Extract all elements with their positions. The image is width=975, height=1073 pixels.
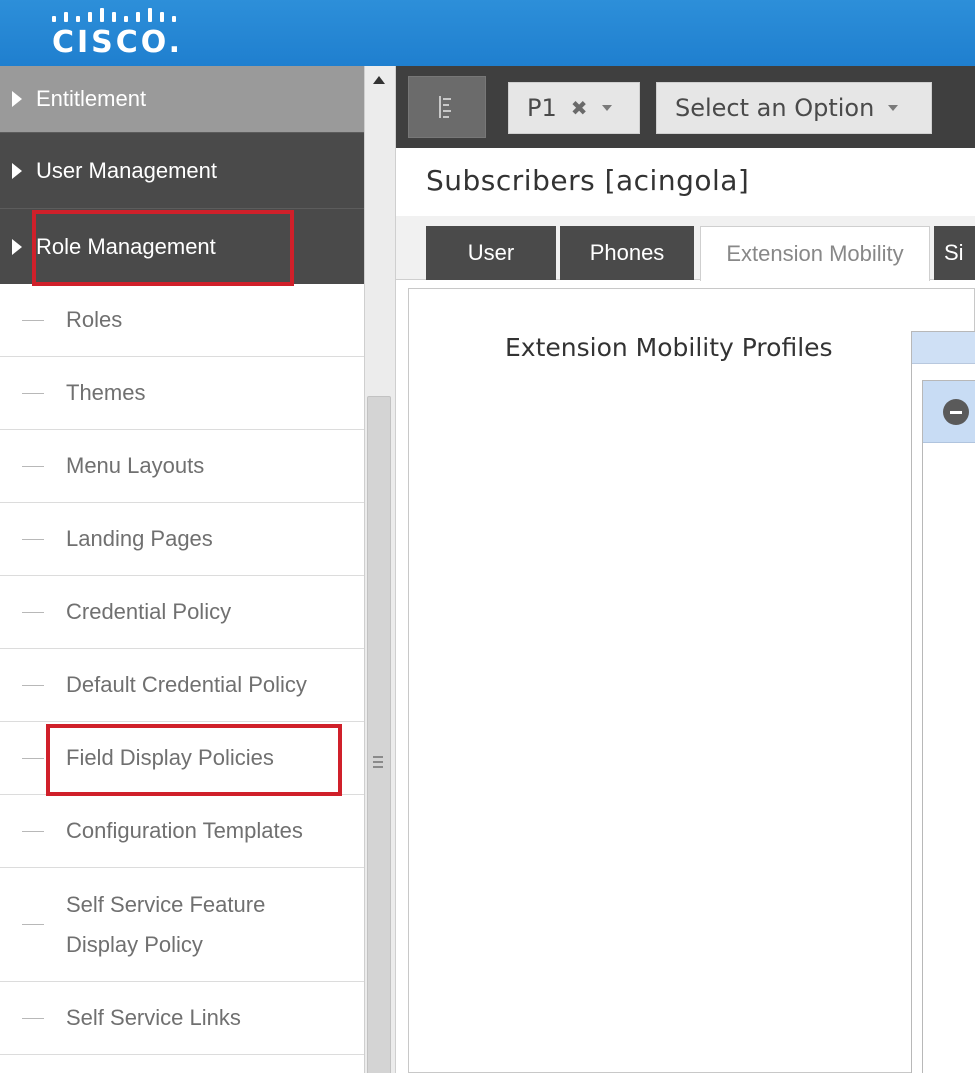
sidebar-subitem-landing-pages[interactable]: Landing Pages	[0, 503, 364, 576]
tree-connector	[22, 757, 44, 759]
extension-mobility-profiles-label: Extension Mobility Profiles	[505, 333, 833, 362]
sidebar-scrollbar[interactable]	[364, 66, 396, 1073]
sidebar-item-label: Credential Policy	[66, 599, 232, 624]
sidebar-item-label: Role Management	[36, 233, 216, 259]
sidebar-item-label: Field Display Policies	[66, 745, 274, 770]
expand-arrow-icon	[12, 238, 22, 255]
tree-connector	[22, 392, 44, 394]
tab-partial[interactable]: Si	[934, 226, 975, 280]
tree-connector	[22, 1017, 44, 1019]
sidebar-subitem-configuration-templates[interactable]: Configuration Templates	[0, 795, 364, 868]
expand-arrow-icon	[12, 91, 22, 107]
tab-extension-mobility[interactable]: Extension Mobility	[700, 226, 930, 281]
sidebar-subitem-default-credential-policy[interactable]: Default Credential Policy	[0, 649, 364, 722]
sidebar-item-label: User Management	[36, 157, 217, 183]
profile-row	[923, 381, 975, 443]
page-title: Subscribers [acingola]	[426, 164, 750, 197]
sidebar-subitem-self-service-feature-display-policy[interactable]: Self Service Feature Display Policy	[0, 868, 364, 982]
sidebar-item-user-management[interactable]: User Management	[0, 132, 364, 208]
scroll-up-arrow-icon[interactable]	[373, 76, 385, 84]
tree-connector	[22, 538, 44, 540]
option-select-value: Select an Option	[675, 94, 875, 122]
sidebar-subitem-credential-policy[interactable]: Credential Policy	[0, 576, 364, 649]
sidebar-toggle-icon	[439, 96, 455, 118]
sidebar-item-label: Entitlement	[36, 86, 147, 111]
hierarchy-select[interactable]: P1 ✖	[508, 82, 640, 134]
sidebar-item-label: Self Service Feature Display Policy	[66, 891, 266, 957]
sidebar-item-label: Configuration Templates	[66, 818, 303, 843]
sidebar-subitem-self-service-links[interactable]: Self Service Links	[0, 982, 364, 1055]
logo-bars-icon	[52, 8, 192, 22]
tab-content: Extension Mobility Profiles	[408, 288, 975, 1073]
sidebar-subitem-menu-layouts[interactable]: Menu Layouts	[0, 430, 364, 503]
tree-connector	[22, 611, 44, 613]
sidebar-nav: Entitlement User Management Role Managem…	[0, 66, 364, 1073]
sidebar-item-label: Default Credential Policy	[66, 672, 307, 697]
cisco-logo[interactable]: CISCO.	[52, 6, 212, 62]
resize-grip-icon[interactable]	[373, 756, 383, 770]
top-header-bar: CISCO.	[0, 0, 975, 66]
sidebar-item-entitlement[interactable]: Entitlement	[0, 66, 364, 132]
sidebar-subitem-field-display-policies[interactable]: Field Display Policies	[0, 722, 364, 795]
profiles-panel	[911, 331, 975, 1073]
sidebar-item-label: Menu Layouts	[66, 453, 205, 478]
main-panel: P1 ✖ Select an Option Subscribers [acing…	[396, 66, 975, 1073]
option-select[interactable]: Select an Option	[656, 82, 932, 134]
minus-circle-icon[interactable]	[943, 399, 969, 425]
sidebar-item-label: Themes	[66, 380, 146, 405]
hierarchy-select-value: P1	[527, 94, 557, 122]
tree-connector	[22, 924, 44, 925]
chevron-down-icon	[601, 105, 612, 111]
logo-wordmark: CISCO.	[52, 25, 184, 60]
tab-label: Phones	[589, 240, 665, 265]
profiles-panel-header	[912, 332, 975, 364]
tab-user[interactable]: User	[426, 226, 556, 280]
sidebar-subitem-roles[interactable]: Roles	[0, 284, 364, 357]
tab-label: Extension Mobility	[726, 241, 904, 266]
tab-bar: User Phones Extension Mobility Si	[396, 216, 975, 281]
tree-connector	[22, 465, 44, 467]
toolbar: P1 ✖ Select an Option	[396, 66, 975, 148]
scrollbar-thumb[interactable]	[367, 396, 391, 1073]
sidebar-toggle-button[interactable]	[408, 76, 486, 138]
profiles-list	[922, 380, 975, 1073]
chevron-down-icon	[888, 105, 899, 111]
tree-connector	[22, 830, 44, 832]
expand-arrow-icon	[12, 162, 22, 179]
tree-connector	[22, 319, 44, 321]
tree-connector	[22, 684, 44, 686]
sidebar-subitem-themes[interactable]: Themes	[0, 357, 364, 430]
tab-label: User	[467, 240, 515, 265]
sidebar-item-label: Landing Pages	[66, 526, 213, 551]
tab-phones[interactable]: Phones	[560, 226, 694, 280]
close-icon[interactable]: ✖	[571, 96, 588, 120]
sidebar-item-label: Roles	[66, 307, 123, 332]
sidebar-item-label: Self Service Links	[66, 1005, 241, 1030]
sidebar-item-role-management[interactable]: Role Management	[0, 208, 364, 284]
tab-label: Si	[944, 240, 964, 265]
